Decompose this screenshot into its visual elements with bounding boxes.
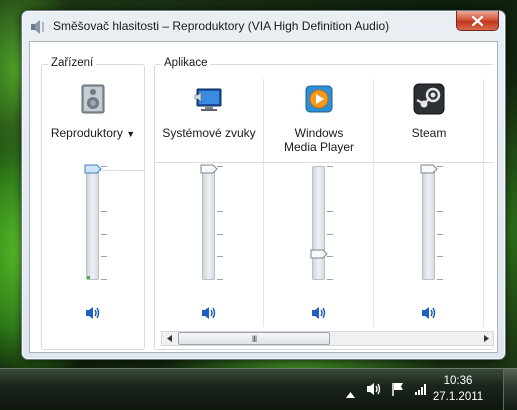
- speaker-mixer-icon: [30, 19, 46, 40]
- chevron-down-icon: ▼: [126, 129, 136, 139]
- system-sounds-icon: [193, 83, 225, 115]
- volume-mixer-window: Směšovač hlasitosti – Reproduktory (VIA …: [21, 10, 506, 360]
- peak-meter: [87, 276, 90, 279]
- device-mute-button[interactable]: [85, 306, 101, 320]
- volume-tick: [437, 256, 443, 257]
- flag-icon: [392, 383, 403, 396]
- app-volume-slider-media-player[interactable]: [310, 246, 328, 259]
- volume-tick: [437, 211, 443, 212]
- device-volume-track[interactable]: [86, 166, 99, 280]
- window-title: Směšovač hlasitosti – Reproduktory (VIA …: [53, 19, 390, 33]
- tray-action-center-button[interactable]: [391, 382, 405, 401]
- steam-icon: [413, 83, 445, 115]
- volume-tick: [101, 211, 107, 212]
- app-mute-button-media-player[interactable]: [311, 306, 327, 320]
- applications-group: Aplikace Systémové zvuky Windows Media P…: [154, 57, 494, 350]
- show-hidden-icons-button[interactable]: [346, 385, 355, 403]
- volume-ticks: [217, 166, 223, 280]
- scrollbar-grip: III: [251, 333, 257, 344]
- scrollbar-thumb[interactable]: III: [178, 332, 330, 345]
- arrow-left-icon: [166, 335, 172, 342]
- volume-tick: [101, 279, 107, 280]
- device-column: Reproduktory ▼: [42, 73, 144, 331]
- device-group: Zařízení Reproduktory ▼: [41, 57, 145, 350]
- app-label-media-player: Windows Media Player: [283, 126, 355, 154]
- device-volume-slider[interactable]: [84, 161, 102, 174]
- app-volume-track[interactable]: [312, 166, 325, 280]
- speaker-icon: [202, 307, 216, 319]
- mixer-client-area: Zařízení Reproduktory ▼ Aplikace Systémo…: [29, 41, 498, 353]
- volume-tick: [327, 211, 333, 212]
- speaker-icon: [312, 307, 326, 319]
- media-player-icon: [303, 83, 335, 115]
- speaker-icon: [367, 383, 381, 395]
- volume-tick: [217, 211, 223, 212]
- volume-tick: [217, 256, 223, 257]
- volume-tick: [327, 279, 333, 280]
- arrow-right-icon: [483, 335, 489, 342]
- app-volume-track[interactable]: [202, 166, 215, 280]
- volume-ticks: [101, 166, 107, 280]
- speaker-icon: [422, 307, 436, 319]
- chevron-up-icon: [346, 392, 355, 398]
- volume-tick: [217, 279, 223, 280]
- app-column-steam: Steam: [375, 73, 483, 331]
- volume-ticks: [327, 166, 333, 280]
- app-label-system-sounds: Systémové zvuky: [162, 126, 256, 140]
- speaker-icon: [86, 307, 100, 319]
- app-volume-track[interactable]: [422, 166, 435, 280]
- tray-volume-button[interactable]: [366, 382, 382, 401]
- volume-ticks: [437, 166, 443, 280]
- clock-date: 27.1.2011: [432, 391, 484, 403]
- close-button[interactable]: [456, 11, 499, 31]
- app-label-steam: Steam: [411, 126, 447, 140]
- app-volume-slider-system-sounds[interactable]: [200, 161, 218, 174]
- horizontal-scrollbar[interactable]: III: [161, 331, 494, 346]
- show-desktop-button[interactable]: [503, 369, 517, 410]
- app-column-system-sounds: Systémové zvuky: [155, 73, 263, 331]
- scroll-right-button[interactable]: [478, 332, 493, 345]
- app-volume-slider-steam[interactable]: [420, 161, 438, 174]
- app-column-media-player: Windows Media Player: [265, 73, 373, 331]
- taskbar: 10:36 27.1.2011: [0, 368, 517, 410]
- scroll-left-button[interactable]: [162, 332, 177, 345]
- device-label: Reproduktory: [50, 126, 123, 140]
- app-mute-button-system-sounds[interactable]: [201, 306, 217, 320]
- volume-tick: [437, 234, 443, 235]
- device-group-label: Zařízení: [48, 57, 97, 69]
- volume-tick: [327, 166, 333, 167]
- applications-group-label: Aplikace: [161, 57, 211, 69]
- app-mute-button-steam[interactable]: [421, 306, 437, 320]
- volume-tick: [217, 234, 223, 235]
- volume-tick: [437, 279, 443, 280]
- volume-tick: [101, 234, 107, 235]
- close-icon: [472, 15, 483, 26]
- speaker-device-icon: [77, 83, 109, 115]
- device-selector[interactable]: Reproduktory ▼: [42, 126, 144, 141]
- volume-tick: [327, 234, 333, 235]
- volume-tick: [101, 256, 107, 257]
- clock-time: 10:36: [443, 375, 473, 387]
